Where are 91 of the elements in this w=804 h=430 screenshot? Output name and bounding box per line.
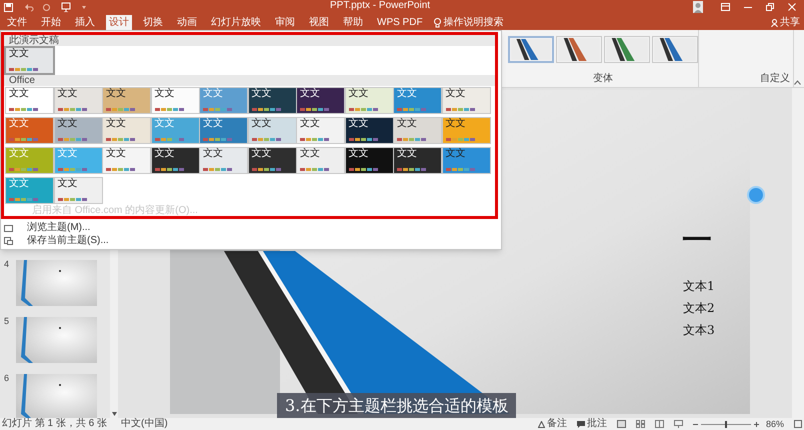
slide-number: 4	[4, 260, 10, 269]
zoom-level[interactable]: 86%	[766, 420, 784, 428]
ribbon-options-icon[interactable]	[721, 3, 730, 11]
slide-number: 6	[4, 374, 10, 383]
collapse-icon[interactable]	[794, 80, 801, 85]
ribbon-tab[interactable]: 开始	[38, 15, 64, 30]
theme-thumbnail[interactable]: 文文	[394, 118, 441, 143]
ribbon-tab[interactable]: 动画	[174, 15, 200, 30]
theme-thumbnail[interactable]: 文文	[103, 118, 150, 143]
group-label: 自定义	[760, 74, 790, 84]
save-icon	[4, 237, 13, 245]
window-title: PPT.pptx - PowerPoint	[330, 1, 430, 11]
close-icon[interactable]	[788, 3, 796, 11]
theme-thumbnail[interactable]: 文文	[103, 88, 150, 113]
minus-icon[interactable]	[692, 422, 698, 426]
theme-thumbnail[interactable]: 文文	[6, 118, 53, 143]
fit-icon[interactable]	[794, 420, 802, 428]
theme-thumbnail[interactable]: 文文	[54, 88, 102, 113]
notes-button[interactable]: 备注	[538, 419, 567, 429]
slide-thumbnail[interactable]	[16, 260, 97, 306]
slide-text: 文本3	[683, 324, 715, 336]
variant-thumbnail[interactable]	[556, 36, 602, 63]
restore-icon[interactable]	[766, 3, 774, 11]
lightbulb-icon	[434, 18, 441, 28]
menu-item[interactable]: 浏览主题(M)...	[4, 222, 498, 234]
theme-thumbnail[interactable]: 文文	[394, 148, 441, 173]
ribbon-tab[interactable]: 设计	[106, 15, 132, 30]
comment-icon	[576, 420, 585, 428]
ribbon-tab[interactable]: 幻灯片放映	[208, 15, 264, 30]
ribbon-tab[interactable]: 审阅	[272, 15, 298, 30]
theme-thumbnail[interactable]: 文文	[54, 178, 102, 203]
normal-view-icon[interactable]	[616, 420, 626, 428]
variant-thumbnail[interactable]	[652, 36, 698, 63]
status-text: 幻灯片 第 1 张，共 6 张	[2, 419, 108, 429]
ribbon-tab[interactable]: 帮助	[340, 15, 366, 30]
undo-icon[interactable]	[25, 2, 34, 12]
caret-icon[interactable]	[81, 4, 87, 10]
slide-text: 文本1	[683, 280, 715, 292]
share-button[interactable]: 共享	[771, 15, 800, 30]
group-label: 变体	[593, 74, 613, 84]
theme-thumbnail[interactable]: 文文	[248, 88, 296, 113]
theme-thumbnail[interactable]: 文文	[297, 148, 344, 173]
theme-thumbnail[interactable]: 文文	[103, 148, 150, 173]
slide-thumbnail[interactable]	[16, 317, 97, 363]
menu-item[interactable]: 保存当前主题(S)...	[4, 235, 498, 247]
variant-thumbnail[interactable]	[604, 36, 650, 63]
ribbon-tab[interactable]: 文件	[4, 15, 30, 30]
theme-thumbnail[interactable]: 文文	[152, 148, 198, 173]
person-icon	[771, 18, 778, 26]
theme-thumbnail[interactable]: 文文	[54, 118, 102, 143]
slide-thumbnail[interactable]	[16, 374, 97, 418]
ribbon-tab[interactable]: 插入	[72, 15, 98, 30]
theme-thumbnail[interactable]: 文文	[442, 148, 490, 173]
search-field[interactable]: 操作说明搜索	[434, 15, 504, 30]
notes-icon	[538, 420, 545, 428]
theme-thumbnail[interactable]: 文文	[346, 118, 392, 143]
slide-text: 文本2	[683, 302, 715, 314]
slideshow-icon[interactable]	[674, 420, 683, 428]
status-text: 中文(中国)	[121, 419, 168, 429]
caret-icon[interactable]	[112, 412, 116, 416]
theme-thumbnail[interactable]: 文文	[200, 148, 247, 173]
theme-thumbnail[interactable]: 文文	[442, 88, 490, 113]
theme-thumbnail[interactable]: 文文	[442, 118, 490, 143]
comments-button[interactable]: 批注	[576, 419, 607, 429]
slide-number: 5	[4, 317, 10, 326]
caption: 3.在下方主题栏挑选合适的模板	[277, 393, 516, 418]
theme-thumbnail[interactable]: 文文	[6, 88, 53, 113]
theme-thumbnail[interactable]: 文文	[346, 148, 392, 173]
theme-thumbnail[interactable]: 文文	[200, 118, 247, 143]
theme-thumbnail[interactable]: 文文	[248, 118, 296, 143]
theme-thumbnail[interactable]: 文文	[6, 48, 53, 73]
theme-thumbnail[interactable]: 文文	[297, 118, 344, 143]
ribbon-tab[interactable]: WPS PDF	[374, 15, 426, 30]
theme-thumbnail[interactable]: 文文	[248, 148, 296, 173]
theme-thumbnail[interactable]: 文文	[152, 88, 198, 113]
variant-thumbnail[interactable]	[508, 36, 554, 63]
section-header: 此演示文稿	[4, 35, 495, 46]
presentation-icon[interactable]	[61, 2, 71, 12]
save-icon[interactable]	[4, 2, 13, 12]
grid-view-icon[interactable]	[636, 420, 645, 428]
slide-title: 一	[682, 226, 712, 256]
slider-thumb[interactable]	[724, 420, 727, 428]
plus-icon[interactable]	[754, 422, 759, 426]
theme-thumbnail[interactable]: 文文	[394, 88, 441, 113]
scrollbar[interactable]	[792, 88, 804, 418]
section-header: Office	[4, 75, 495, 86]
theme-thumbnail[interactable]: 文文	[297, 88, 344, 113]
theme-thumbnail[interactable]: 文文	[346, 88, 392, 113]
ribbon-tab[interactable]: 切换	[140, 15, 166, 30]
reading-view-icon[interactable]	[654, 420, 664, 428]
ribbon-tab[interactable]: 视图	[306, 15, 332, 30]
